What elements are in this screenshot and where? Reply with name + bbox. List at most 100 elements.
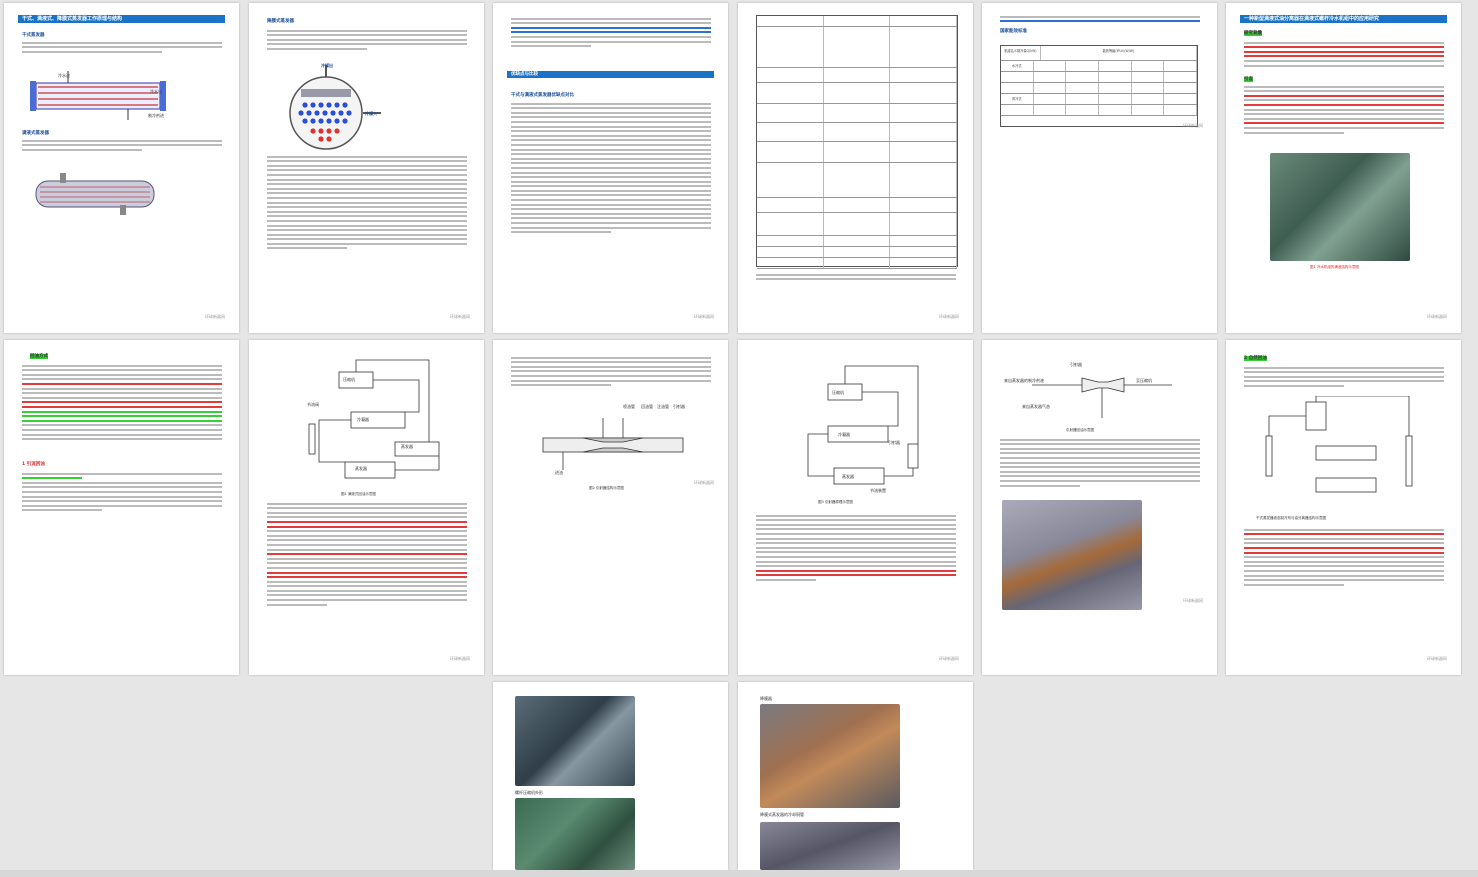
figure-caption: 引射器回油示意图: [1066, 428, 1094, 432]
table-header: 能效等级(IPLV)(W/W): [1041, 46, 1197, 60]
paragraph: [511, 15, 711, 50]
paragraph: [511, 100, 711, 236]
figure-caption: 图1 满液式回油示意图: [341, 492, 376, 496]
paragraph: [1000, 13, 1200, 25]
paragraph: [1244, 364, 1444, 390]
document-page-7[interactable]: 回油方式 1 引流回油: [4, 340, 239, 675]
document-page-8[interactable]: 压缩机 冷凝器 节流阀 蒸发器 蒸发器 图1 满液式回油示意图 环球新器网: [249, 340, 484, 675]
page-footer: 环球新器网: [939, 656, 959, 661]
section-title: 引言: [1244, 77, 1253, 82]
document-page-4[interactable]: 环球新器网: [738, 3, 973, 333]
label-refrigerant-liquid: 来自蒸发器的制冷剂液: [1004, 378, 1044, 383]
label-return-pipe: 回油管: [641, 404, 653, 409]
screw-compressor-photo-2: [515, 798, 635, 870]
paragraph: [1244, 83, 1444, 136]
label-refrigerant-in: 制冷剂进: [148, 113, 164, 118]
label-refrigerant-gas: 来自蒸发器气态: [1022, 404, 1050, 409]
page-header: 一种新型满液式油分离器在满液式螺杆冷水机组中的应用研究: [1240, 15, 1447, 23]
section-title: 研究背景: [1244, 31, 1262, 36]
label-ejector: 引射器: [673, 404, 685, 409]
figure-caption: 图1 冷水机组的满液结构示意图: [1310, 265, 1359, 269]
evaporator-photo: [760, 822, 900, 870]
page-footer: 环球新器网: [939, 314, 959, 319]
document-page-14[interactable]: 降膜器 降膜式蒸发器的冷却铜管: [738, 682, 973, 870]
label-compressor: 压缩机: [343, 377, 355, 382]
section-title: 降膜器: [760, 696, 772, 701]
section-title: 1 引流回油: [22, 462, 45, 467]
document-page-5[interactable]: 国家能效标准 机组名义制冷量Q(kW) 能效等级(IPLV)(W/W) 水冷式 风…: [982, 3, 1217, 333]
row-label: 风冷式: [1001, 94, 1034, 104]
paragraph: [22, 137, 222, 153]
document-page-11[interactable]: 引射器 来自蒸发器的制冷剂液 来自蒸发器气态 至压缩机 引射器回油示意图 环球新…: [982, 340, 1217, 675]
section-header: 优缺点与比较: [507, 71, 714, 78]
paragraph: [22, 39, 222, 55]
paragraph: [756, 512, 956, 584]
paragraph: [1000, 436, 1200, 489]
document-page-13[interactable]: 螺杆压缩机外形: [493, 682, 728, 870]
copper-tube-photo: [760, 704, 900, 808]
photo-caption: 降膜式蒸发器的冷却铜管: [760, 812, 804, 817]
page-footer: 环球新器网: [1427, 314, 1447, 319]
paragraph: [267, 27, 467, 53]
screw-compressor-photo-1: [515, 696, 635, 786]
label-to-compressor: 至压缩机: [1136, 378, 1152, 383]
document-page-3[interactable]: 优缺点与比较 干式与满液式蒸发器优缺点对比 环球新器网: [493, 3, 728, 333]
figure-caption: 干式蒸发器液态制冷剂与油分离器结构示意图: [1256, 516, 1326, 520]
flooded-evaporator-diagram: [30, 171, 160, 216]
document-page-12[interactable]: 2 自然回油 干式蒸发器液态制冷剂与油分离器结构示意图 环球新器网: [1226, 340, 1461, 675]
page-footer: 环球新器网: [1183, 123, 1203, 128]
energy-efficiency-table: 机组名义制冷量Q(kW) 能效等级(IPLV)(W/W) 水冷式 风冷式: [1000, 45, 1198, 127]
paragraph: [267, 153, 467, 252]
section-title: 国家能效标准: [1000, 29, 1027, 34]
label-fill-pipe: 注油管: [657, 404, 669, 409]
label-compressor: 压缩机: [832, 390, 844, 395]
label-water-in: 冷水进: [58, 73, 70, 78]
page-footer: 环球新器网: [1183, 598, 1203, 603]
label-oil-in: 进油: [555, 470, 563, 475]
natural-oil-return-diagram: [1256, 395, 1426, 506]
ejector-oil-return-diagram: [1012, 358, 1182, 428]
paragraph: [1244, 526, 1444, 588]
document-page-2[interactable]: 降膜式蒸发器 冷媒出 冷媒入 环球新器网: [249, 3, 484, 333]
footnote: [756, 271, 956, 283]
status-bar: [0, 870, 1478, 877]
flooded-oil-return-diagram: [299, 354, 449, 484]
label-ejector: 引射器: [888, 440, 900, 445]
page-footer: 环球新器网: [450, 656, 470, 661]
page-footer: 环球新器网: [450, 314, 470, 319]
document-page-6[interactable]: 一种新型满液式油分离器在满液式螺杆冷水机组中的应用研究 研究背景 引言 图1 冷…: [1226, 3, 1461, 333]
document-page-1[interactable]: 干式、满液式、降膜式蒸发器工作原理与结构 干式蒸发器 冷水进 冷水出 制冷剂进 …: [4, 3, 239, 333]
label-evaporator: 蒸发器: [842, 474, 854, 479]
paragraph: [22, 470, 222, 514]
document-page-9[interactable]: 喷油管 回油管 注油管 引射器 进油 图2 引射器结构示意图 环球新器网: [493, 340, 728, 675]
page-footer: 环球新器网: [1427, 656, 1447, 661]
page-footer: 环球新器网: [694, 314, 714, 319]
falling-film-evaporator-diagram: [271, 65, 391, 155]
label-evaporator: 蒸发器: [401, 444, 413, 449]
paragraph: [1244, 39, 1444, 69]
paragraph: [267, 500, 467, 608]
label-water-out: 冷水出: [150, 89, 162, 94]
paragraph: [22, 362, 222, 443]
row-label: 水冷式: [1001, 61, 1034, 71]
paragraph: [511, 354, 711, 389]
label-condenser: 冷凝器: [357, 417, 369, 422]
page-footer: 环球新器网: [694, 480, 714, 485]
figure-caption: 图3 引射器原理示意图: [818, 500, 853, 504]
photo-caption: 螺杆压缩机外形: [515, 790, 543, 795]
comparison-table: [756, 15, 958, 269]
figure-caption: 图2 引射器结构示意图: [589, 486, 624, 490]
chiller-unit-photo: [1270, 153, 1410, 261]
label-refrigerant-in: 冷媒入: [365, 111, 377, 116]
page-footer: 环球新器网: [205, 314, 225, 319]
ejector-principle-diagram: [788, 354, 938, 494]
section-title: 回油方式: [30, 354, 48, 359]
section-title: 干式与满液式蒸发器优缺点对比: [511, 93, 574, 98]
document-page-10[interactable]: 压缩机 冷凝器 蒸发器 节流装置 引射器 图3 引射器原理示意图 环球新器网: [738, 340, 973, 675]
section-title: 干式蒸发器: [22, 33, 45, 38]
label-condenser: 冷凝器: [838, 432, 850, 437]
section-title: 降膜式蒸发器: [267, 19, 294, 24]
ejector-photo: [1002, 500, 1142, 610]
label-evaporator-2: 蒸发器: [355, 466, 367, 471]
table-header: 机组名义制冷量Q(kW): [1001, 46, 1041, 60]
